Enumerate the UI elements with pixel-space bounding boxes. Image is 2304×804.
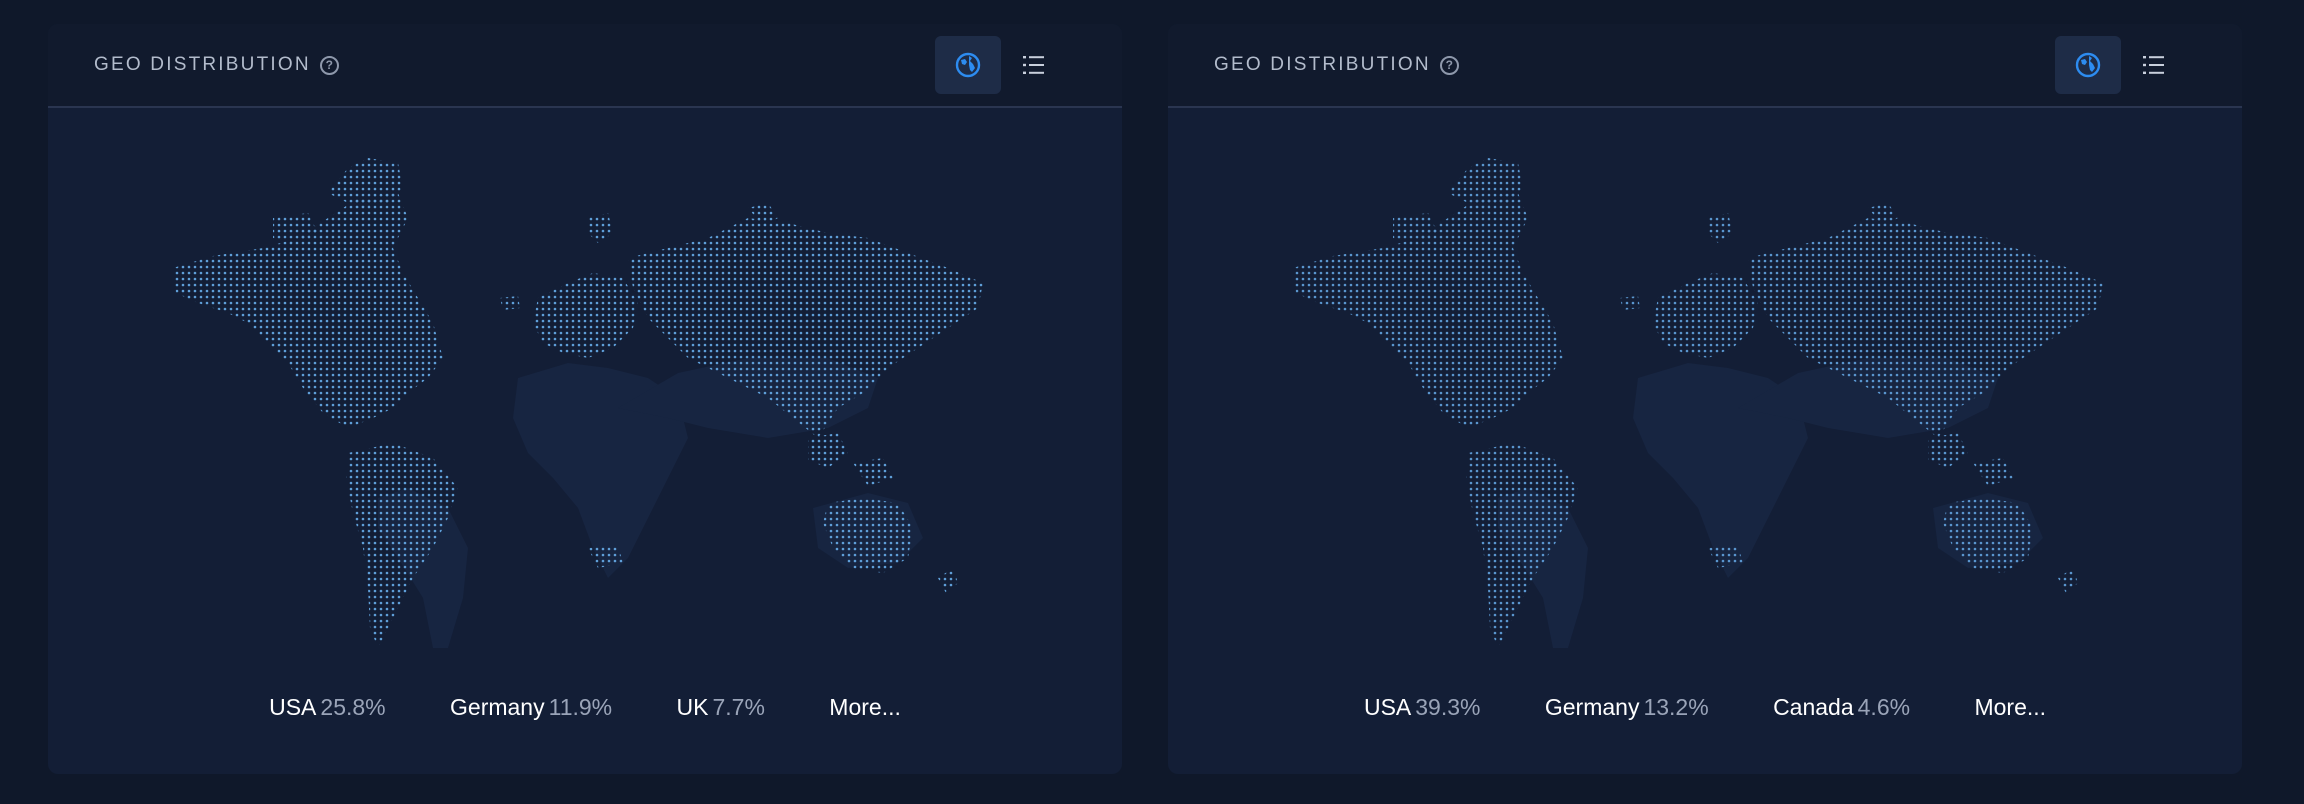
world-map [1168, 108, 2242, 688]
list-view-button[interactable] [1001, 36, 1067, 94]
legend-item: UK 7.7% [677, 694, 765, 721]
legend-item: Germany 13.2% [1545, 694, 1709, 721]
list-view-button[interactable] [2121, 36, 2187, 94]
question-circle-icon[interactable]: ? [319, 55, 339, 75]
geo-distribution-panel: GEO DISTRIBUTION ? [1168, 24, 2242, 774]
legend-item: Germany 11.9% [450, 694, 612, 721]
legend-percent: 11.9% [548, 694, 613, 720]
geo-distribution-panel: GEO DISTRIBUTION ? [48, 24, 1122, 774]
legend-item: USA 39.3% [1364, 694, 1481, 721]
legend-country: USA [1363, 694, 1412, 720]
list-icon [2143, 56, 2164, 74]
panel-title: GEO DISTRIBUTION ? [94, 54, 339, 76]
legend-country: UK [676, 694, 709, 720]
legend-percent: 25.8% [320, 694, 386, 720]
globe-view-button[interactable] [2055, 36, 2121, 94]
panel-title: GEO DISTRIBUTION ? [1214, 54, 1459, 76]
legend-percent: 39.3% [1415, 694, 1481, 720]
panel-title-text: GEO DISTRIBUTION [94, 54, 311, 75]
question-circle-icon[interactable]: ? [1439, 55, 1459, 75]
panel-title-text: GEO DISTRIBUTION [1214, 54, 1431, 75]
globe-icon [2075, 52, 2101, 78]
panel-header: GEO DISTRIBUTION ? [1168, 24, 2242, 108]
legend-country: Germany [1544, 694, 1640, 720]
world-map [48, 108, 1122, 688]
panel-header: GEO DISTRIBUTION ? [48, 24, 1122, 108]
legend-country: Germany [450, 694, 545, 720]
legend-percent: 4.6% [1857, 694, 1911, 720]
country-legend: USA 25.8% Germany 11.9% UK 7.7% More... [48, 694, 1122, 734]
globe-icon [955, 52, 981, 78]
legend-country: Canada [1773, 694, 1854, 720]
more-link[interactable]: More... [829, 694, 901, 721]
legend-item: Canada 4.6% [1773, 694, 1910, 721]
country-legend: USA 39.3% Germany 13.2% Canada 4.6% More... [1168, 694, 2242, 734]
globe-view-button[interactable] [935, 36, 1001, 94]
list-icon [1023, 56, 1044, 74]
world-map-svg [1293, 158, 2103, 648]
more-link[interactable]: More... [1974, 694, 2046, 721]
legend-country: USA [269, 694, 317, 720]
legend-item: USA 25.8% [269, 694, 386, 721]
legend-percent: 13.2% [1643, 694, 1709, 720]
legend-percent: 7.7% [712, 694, 765, 720]
world-map-svg [173, 158, 983, 648]
